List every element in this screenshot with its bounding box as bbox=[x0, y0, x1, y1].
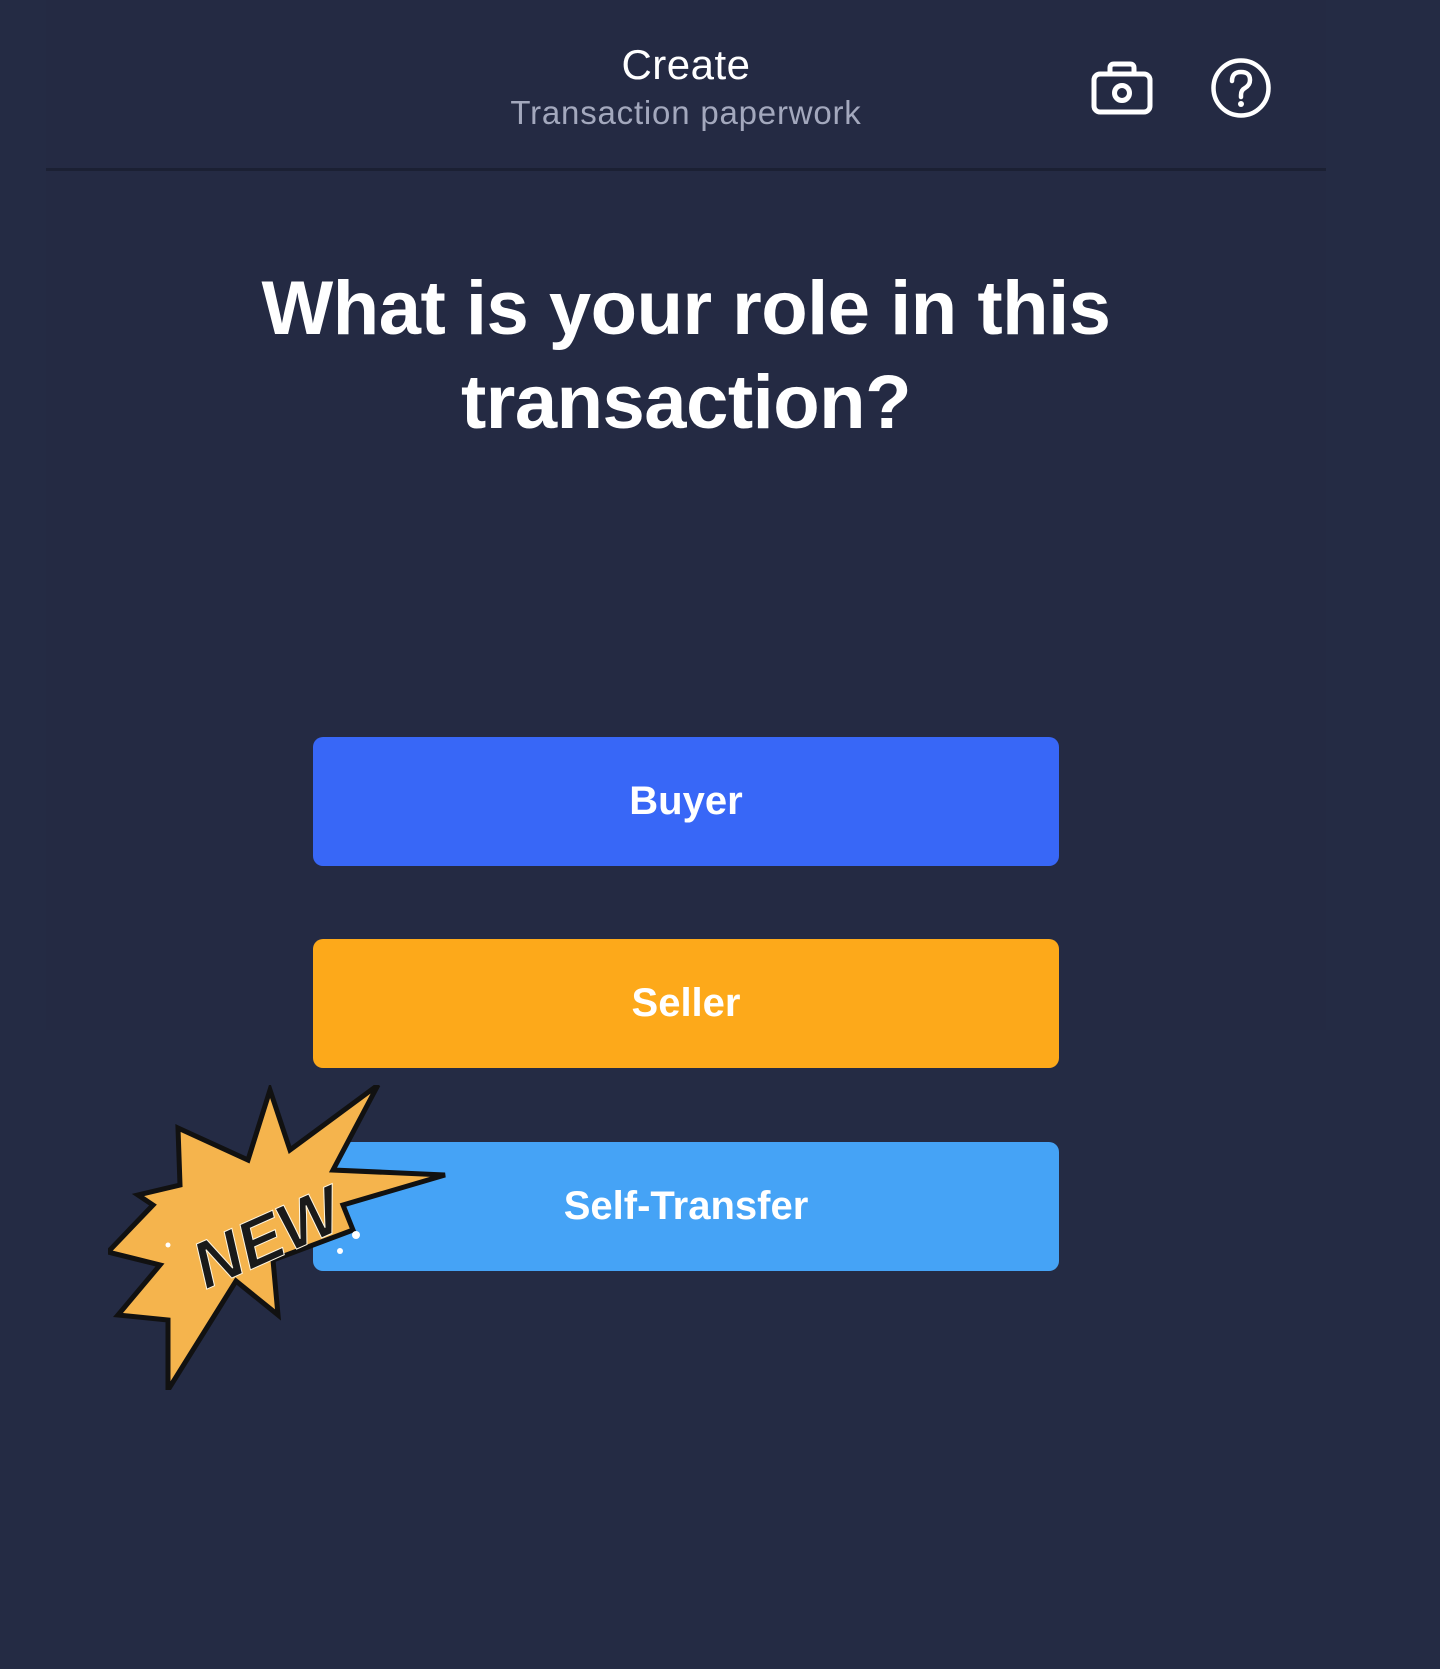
header: Create Transaction paperwork bbox=[0, 38, 1372, 134]
help-icon bbox=[1211, 58, 1271, 118]
new-badge: NEW bbox=[108, 1085, 446, 1390]
page-title: Create bbox=[621, 41, 751, 88]
help-button[interactable] bbox=[1207, 54, 1275, 122]
sparkle-dot bbox=[337, 1248, 343, 1254]
buyer-button[interactable]: Buyer bbox=[313, 737, 1059, 866]
camera-button[interactable] bbox=[1088, 54, 1156, 122]
camera-icon bbox=[1091, 61, 1153, 115]
seller-button[interactable]: Seller bbox=[313, 939, 1059, 1068]
role-selection-screen: Create Transaction paperwork What is you… bbox=[0, 0, 1440, 1669]
sparkle-dot bbox=[352, 1231, 360, 1239]
sparkle-dot bbox=[165, 1242, 171, 1248]
role-question: What is your role in this transaction? bbox=[261, 266, 1111, 445]
page-subtitle: Transaction paperwork bbox=[510, 94, 862, 131]
content-panel bbox=[46, 0, 1326, 1030]
header-divider bbox=[46, 168, 1326, 171]
